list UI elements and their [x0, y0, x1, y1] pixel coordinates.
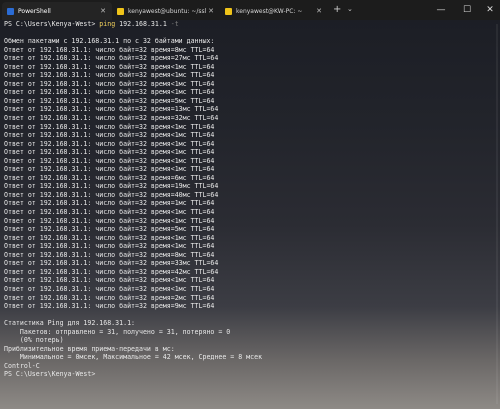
- reply-line: Ответ от 192.168.31.1: число байт=32 вре…: [4, 199, 215, 208]
- reply-line: Ответ от 192.168.31.1: число байт=32 вре…: [4, 173, 215, 182]
- linux-icon: [225, 7, 232, 15]
- reply-line: Ответ от 192.168.31.1: число байт=32 вре…: [4, 242, 215, 251]
- tab-ubuntu-ssl[interactable]: kenyawest@ubuntu: ~/ssl ✕: [112, 2, 220, 20]
- prompt: PS C:\Users\Kenya-West>: [4, 20, 96, 28]
- reply-line: Ответ от 192.168.31.1: число байт=32 вре…: [4, 114, 219, 123]
- terminal-output[interactable]: PS C:\Users\Kenya-West> ping 192.168.31.…: [4, 20, 496, 405]
- exchange-header: Обмен пакетами с 192.168.31.1 по с 32 ба…: [4, 37, 215, 46]
- reply-line: Ответ от 192.168.31.1: число байт=32 вре…: [4, 165, 215, 174]
- reply-line: Ответ от 192.168.31.1: число байт=32 вре…: [4, 182, 219, 191]
- scrollbar[interactable]: [496, 24, 498, 404]
- linux-icon: [117, 7, 124, 15]
- close-tab-icon[interactable]: ✕: [100, 7, 106, 15]
- powershell-icon: [7, 7, 14, 15]
- maximize-button[interactable]: ☐: [459, 3, 475, 17]
- reply-line: Ответ от 192.168.31.1: число байт=32 вре…: [4, 71, 215, 80]
- tab-dropdown-button[interactable]: ⌄: [347, 5, 353, 13]
- close-tab-icon[interactable]: ✕: [208, 7, 214, 15]
- stats-loss: (0% потерь): [4, 336, 64, 345]
- reply-line: Ответ от 192.168.31.1: число байт=32 вре…: [4, 225, 215, 234]
- close-window-button[interactable]: ✕: [482, 3, 498, 17]
- reply-line: Ответ от 192.168.31.1: число байт=32 вре…: [4, 190, 219, 199]
- reply-line: Ответ от 192.168.31.1: число байт=32 вре…: [4, 148, 215, 157]
- tab-kw-pc[interactable]: kenyawest@KW-PC: ~ ✕: [220, 2, 328, 20]
- reply-line: Ответ от 192.168.31.1: число байт=32 вре…: [4, 156, 215, 165]
- reply-line: Ответ от 192.168.31.1: число байт=32 вре…: [4, 276, 215, 285]
- tab-powershell[interactable]: PowerShell ✕: [2, 2, 112, 20]
- prompt: PS C:\Users\Kenya-West>: [4, 370, 96, 379]
- reply-line: Ответ от 192.168.31.1: число байт=32 вре…: [4, 88, 215, 97]
- stats-packets: Пакетов: отправлено = 31, получено = 31,…: [4, 327, 231, 336]
- reply-line: Ответ от 192.168.31.1: число байт=32 вре…: [4, 284, 215, 293]
- reply-line: Ответ от 192.168.31.1: число байт=32 вре…: [4, 216, 215, 225]
- tab-label: kenyawest@KW-PC: ~: [236, 7, 303, 15]
- suggestion-hint: -t: [170, 20, 179, 28]
- reply-line: Ответ от 192.168.31.1: число байт=32 вре…: [4, 62, 215, 71]
- title-bar: PowerShell ✕ kenyawest@ubuntu: ~/ssl ✕ k…: [0, 0, 500, 20]
- control-c-line: Control-C: [4, 361, 40, 370]
- tab-label: kenyawest@ubuntu: ~/ssl: [128, 7, 207, 15]
- reply-line: Ответ от 192.168.31.1: число байт=32 вре…: [4, 79, 215, 88]
- reply-line: Ответ от 192.168.31.1: число байт=32 вре…: [4, 45, 215, 54]
- reply-line: Ответ от 192.168.31.1: число байт=32 вре…: [4, 54, 219, 63]
- reply-line: Ответ от 192.168.31.1: число байт=32 вре…: [4, 267, 219, 276]
- close-tab-icon[interactable]: ✕: [316, 7, 322, 15]
- rtt-header: Приблизительное время приема-передачи в …: [4, 344, 175, 353]
- reply-line: Ответ от 192.168.31.1: число байт=32 вре…: [4, 233, 215, 242]
- reply-line: Ответ от 192.168.31.1: число байт=32 вре…: [4, 302, 215, 311]
- new-tab-button[interactable]: +: [333, 4, 341, 15]
- reply-line: Ответ от 192.168.31.1: число байт=32 вре…: [4, 208, 215, 217]
- minimize-button[interactable]: —: [433, 3, 449, 17]
- tab-label: PowerShell: [18, 7, 51, 15]
- reply-line: Ответ от 192.168.31.1: число байт=32 вре…: [4, 131, 215, 140]
- reply-line: Ответ от 192.168.31.1: число байт=32 вре…: [4, 250, 215, 259]
- rtt-values: Минимальное = 0мсек, Максимальное = 42 м…: [4, 353, 263, 362]
- command: ping: [99, 20, 116, 28]
- reply-line: Ответ от 192.168.31.1: число байт=32 вре…: [4, 122, 215, 131]
- reply-line: Ответ от 192.168.31.1: число байт=32 вре…: [4, 259, 219, 268]
- stats-header: Статистика Ping для 192.168.31.1:: [4, 319, 136, 328]
- reply-line: Ответ от 192.168.31.1: число байт=32 вре…: [4, 96, 215, 105]
- reply-line: Ответ от 192.168.31.1: число байт=32 вре…: [4, 293, 215, 302]
- reply-line: Ответ от 192.168.31.1: число байт=32 вре…: [4, 139, 215, 148]
- command-argument: 192.168.31.1: [119, 20, 167, 28]
- reply-line: Ответ от 192.168.31.1: число байт=32 вре…: [4, 105, 219, 114]
- command-line: PS C:\Users\Kenya-West> ping 192.168.31.…: [4, 20, 496, 29]
